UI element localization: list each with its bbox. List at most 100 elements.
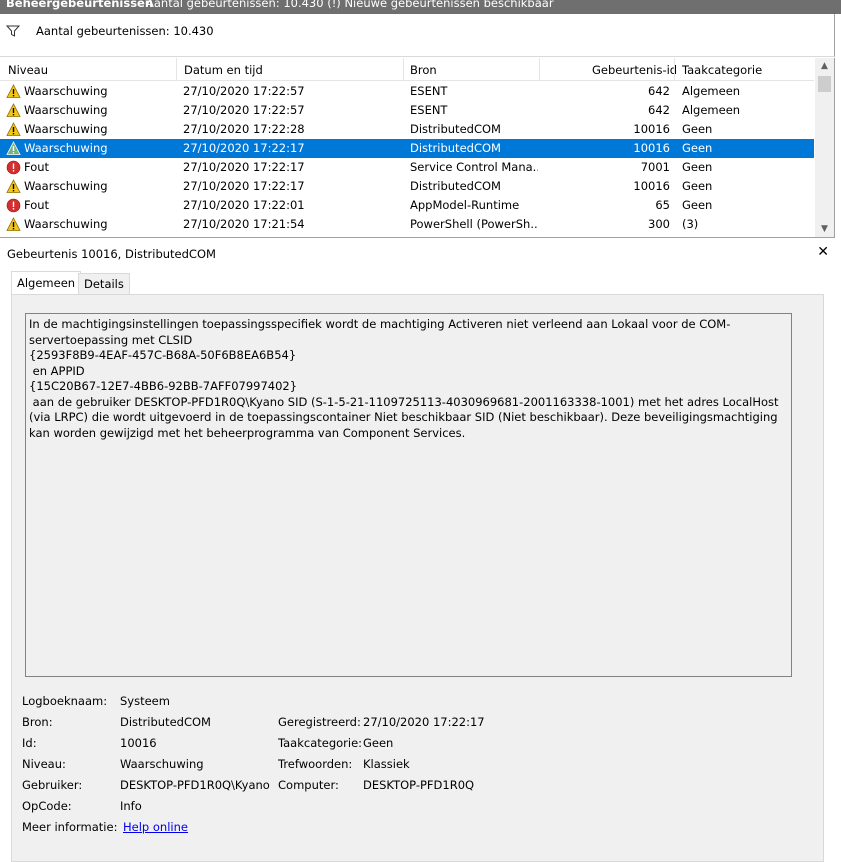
cell-datum: 27/10/2020 17:22:17 <box>183 160 305 174</box>
error-icon <box>6 160 21 175</box>
column-header-row: Niveau Datum en tijd Bron Gebeurtenis-id… <box>0 58 814 81</box>
cell-niveau: Waarschuwing <box>24 179 108 193</box>
tab-algemeen[interactable]: Algemeen <box>11 271 82 295</box>
table-row[interactable]: Waarschuwing 27/10/2020 17:22:17 Distribut… <box>0 177 814 196</box>
table-row[interactable]: Fout 27/10/2020 17:22:17 Service Control M… <box>0 158 814 177</box>
column-header-datum[interactable]: Datum en tijd <box>184 63 263 77</box>
cell-gebeurtenis-id: 642 <box>648 84 670 98</box>
value-niveau: Waarschuwing <box>120 757 204 771</box>
cell-niveau: Waarschuwing <box>24 84 108 98</box>
filter-bar: Aantal gebeurtenissen: 10.430 <box>0 14 835 57</box>
event-detail-title: Gebeurtenis 10016, DistributedCOM <box>7 247 216 261</box>
detail-tabs: Algemeen Details <box>0 270 841 295</box>
warning-icon <box>6 103 21 118</box>
table-row[interactable]: Waarschuwing 27/10/2020 17:22:57 ESENT 642 A… <box>0 101 814 120</box>
cell-datum: 27/10/2020 17:22:17 <box>183 179 305 193</box>
column-divider[interactable] <box>539 58 540 80</box>
cell-bron: AppModel-Runtime <box>410 198 520 212</box>
value-computer: DESKTOP-PFD1R0Q <box>363 778 475 792</box>
label-gebruiker: Gebruiker: <box>22 778 83 792</box>
cell-gebeurtenis-id: 7001 <box>640 160 670 174</box>
cell-niveau: Waarschuwing <box>24 141 108 155</box>
event-list-scrollbar[interactable]: ▲ ▼ <box>815 58 834 237</box>
filter-event-count: Aantal gebeurtenissen: 10.430 <box>36 24 214 38</box>
window-title-bar: Beheergebeurtenissen Aantal gebeurteniss… <box>0 0 841 14</box>
cell-taakcategorie: (3) <box>682 217 699 231</box>
cell-bron: PowerShell (PowerSh... <box>410 217 538 231</box>
cell-datum: 27/10/2020 17:22:57 <box>183 103 305 117</box>
table-row[interactable]: Waarschuwing 27/10/2020 17:21:54 PowerShel… <box>0 215 814 234</box>
value-bron: DistributedCOM <box>120 715 211 729</box>
cell-bron: DistributedCOM <box>410 179 501 193</box>
error-icon <box>6 198 21 213</box>
event-detail-header: Gebeurtenis 10016, DistributedCOM ✕ <box>0 243 835 265</box>
table-row[interactable]: Waarschuwing 27/10/2020 17:22:17 Distribut… <box>0 139 814 158</box>
cell-niveau: Waarschuwing <box>24 122 108 136</box>
event-description-box[interactable]: In de machtigingsinstellingen toepassing… <box>25 313 792 677</box>
cell-taakcategorie: Geen <box>682 141 713 155</box>
general-tab-panel: In de machtigingsinstellingen toepassing… <box>11 294 824 862</box>
event-count-status: Aantal gebeurtenissen: 10.430 (!) Nieuwe… <box>146 0 554 10</box>
cell-taakcategorie: Geen <box>682 122 713 136</box>
window-title: Beheergebeurtenissen <box>6 0 154 10</box>
value-logboeknaam: Systeem <box>120 694 170 708</box>
cell-gebeurtenis-id: 642 <box>648 103 670 117</box>
scrollbar-thumb[interactable] <box>818 76 831 92</box>
label-logboeknaam: Logboeknaam: <box>22 694 108 708</box>
scroll-up-icon[interactable]: ▲ <box>815 58 834 74</box>
cell-gebeurtenis-id: 10016 <box>633 141 670 155</box>
warning-icon <box>6 141 21 156</box>
label-computer: Computer: <box>278 778 339 792</box>
label-id: Id: <box>22 736 37 750</box>
label-taakcategorie: Taakcategorie: <box>278 736 363 750</box>
label-bron: Bron: <box>22 715 53 729</box>
cell-bron: DistributedCOM <box>410 141 501 155</box>
event-list: Niveau Datum en tijd Bron Gebeurtenis-id… <box>0 58 835 238</box>
help-online-link[interactable]: Help online <box>123 820 188 834</box>
cell-datum: 27/10/2020 17:22:01 <box>183 198 305 212</box>
cell-taakcategorie: Geen <box>682 179 713 193</box>
cell-taakcategorie: Algemeen <box>682 103 741 117</box>
column-header-bron[interactable]: Bron <box>410 63 437 77</box>
cell-bron: ESENT <box>410 103 448 117</box>
cell-bron: DistributedCOM <box>410 122 501 136</box>
cell-bron: Service Control Mana... <box>410 160 538 174</box>
warning-icon <box>6 217 21 232</box>
value-gebruiker: DESKTOP-PFD1R0Q\Kyano <box>120 778 270 792</box>
cell-niveau: Waarschuwing <box>24 103 108 117</box>
cell-datum: 27/10/2020 17:22:17 <box>183 141 305 155</box>
column-header-niveau[interactable]: Niveau <box>8 63 48 77</box>
cell-datum: 27/10/2020 17:22:28 <box>183 122 305 136</box>
cell-datum: 27/10/2020 17:21:54 <box>183 217 305 231</box>
value-trefwoorden: Klassiek <box>363 757 410 771</box>
warning-icon <box>6 122 21 137</box>
warning-icon <box>6 179 21 194</box>
tab-details[interactable]: Details <box>78 273 130 295</box>
table-row[interactable]: Waarschuwing 27/10/2020 17:22:57 ESENT 642 A… <box>0 82 814 101</box>
column-divider[interactable] <box>176 58 177 80</box>
filter-icon[interactable] <box>6 24 20 38</box>
table-row[interactable]: Fout 27/10/2020 17:22:01 AppModel-Runtime 6… <box>0 196 814 215</box>
scroll-down-icon[interactable]: ▼ <box>815 221 834 237</box>
label-geregistreerd: Geregistreerd: <box>278 715 361 729</box>
column-divider[interactable] <box>403 58 404 80</box>
value-id: 10016 <box>120 736 157 750</box>
cell-niveau: Waarschuwing <box>24 217 108 231</box>
cell-taakcategorie: Algemeen <box>682 84 741 98</box>
warning-icon <box>6 84 21 99</box>
cell-gebeurtenis-id: 10016 <box>633 179 670 193</box>
table-row[interactable]: Waarschuwing 27/10/2020 17:22:28 Distribut… <box>0 120 814 139</box>
label-niveau: Niveau: <box>22 757 66 771</box>
close-icon[interactable]: ✕ <box>817 244 829 260</box>
cell-gebeurtenis-id: 300 <box>648 217 670 231</box>
cell-gebeurtenis-id: 65 <box>655 198 670 212</box>
column-divider[interactable] <box>674 58 675 80</box>
value-opcode: Info <box>120 799 142 813</box>
cell-taakcategorie: Geen <box>682 198 713 212</box>
label-meer-informatie: Meer informatie: <box>22 820 118 834</box>
column-header-gebeurtenis-id[interactable]: Gebeurtenis-id <box>592 63 677 77</box>
column-header-taakcategorie[interactable]: Taakcategorie <box>682 63 762 77</box>
value-geregistreerd: 27/10/2020 17:22:17 <box>363 715 485 729</box>
cell-niveau: Fout <box>24 160 50 174</box>
cell-datum: 27/10/2020 17:22:57 <box>183 84 305 98</box>
